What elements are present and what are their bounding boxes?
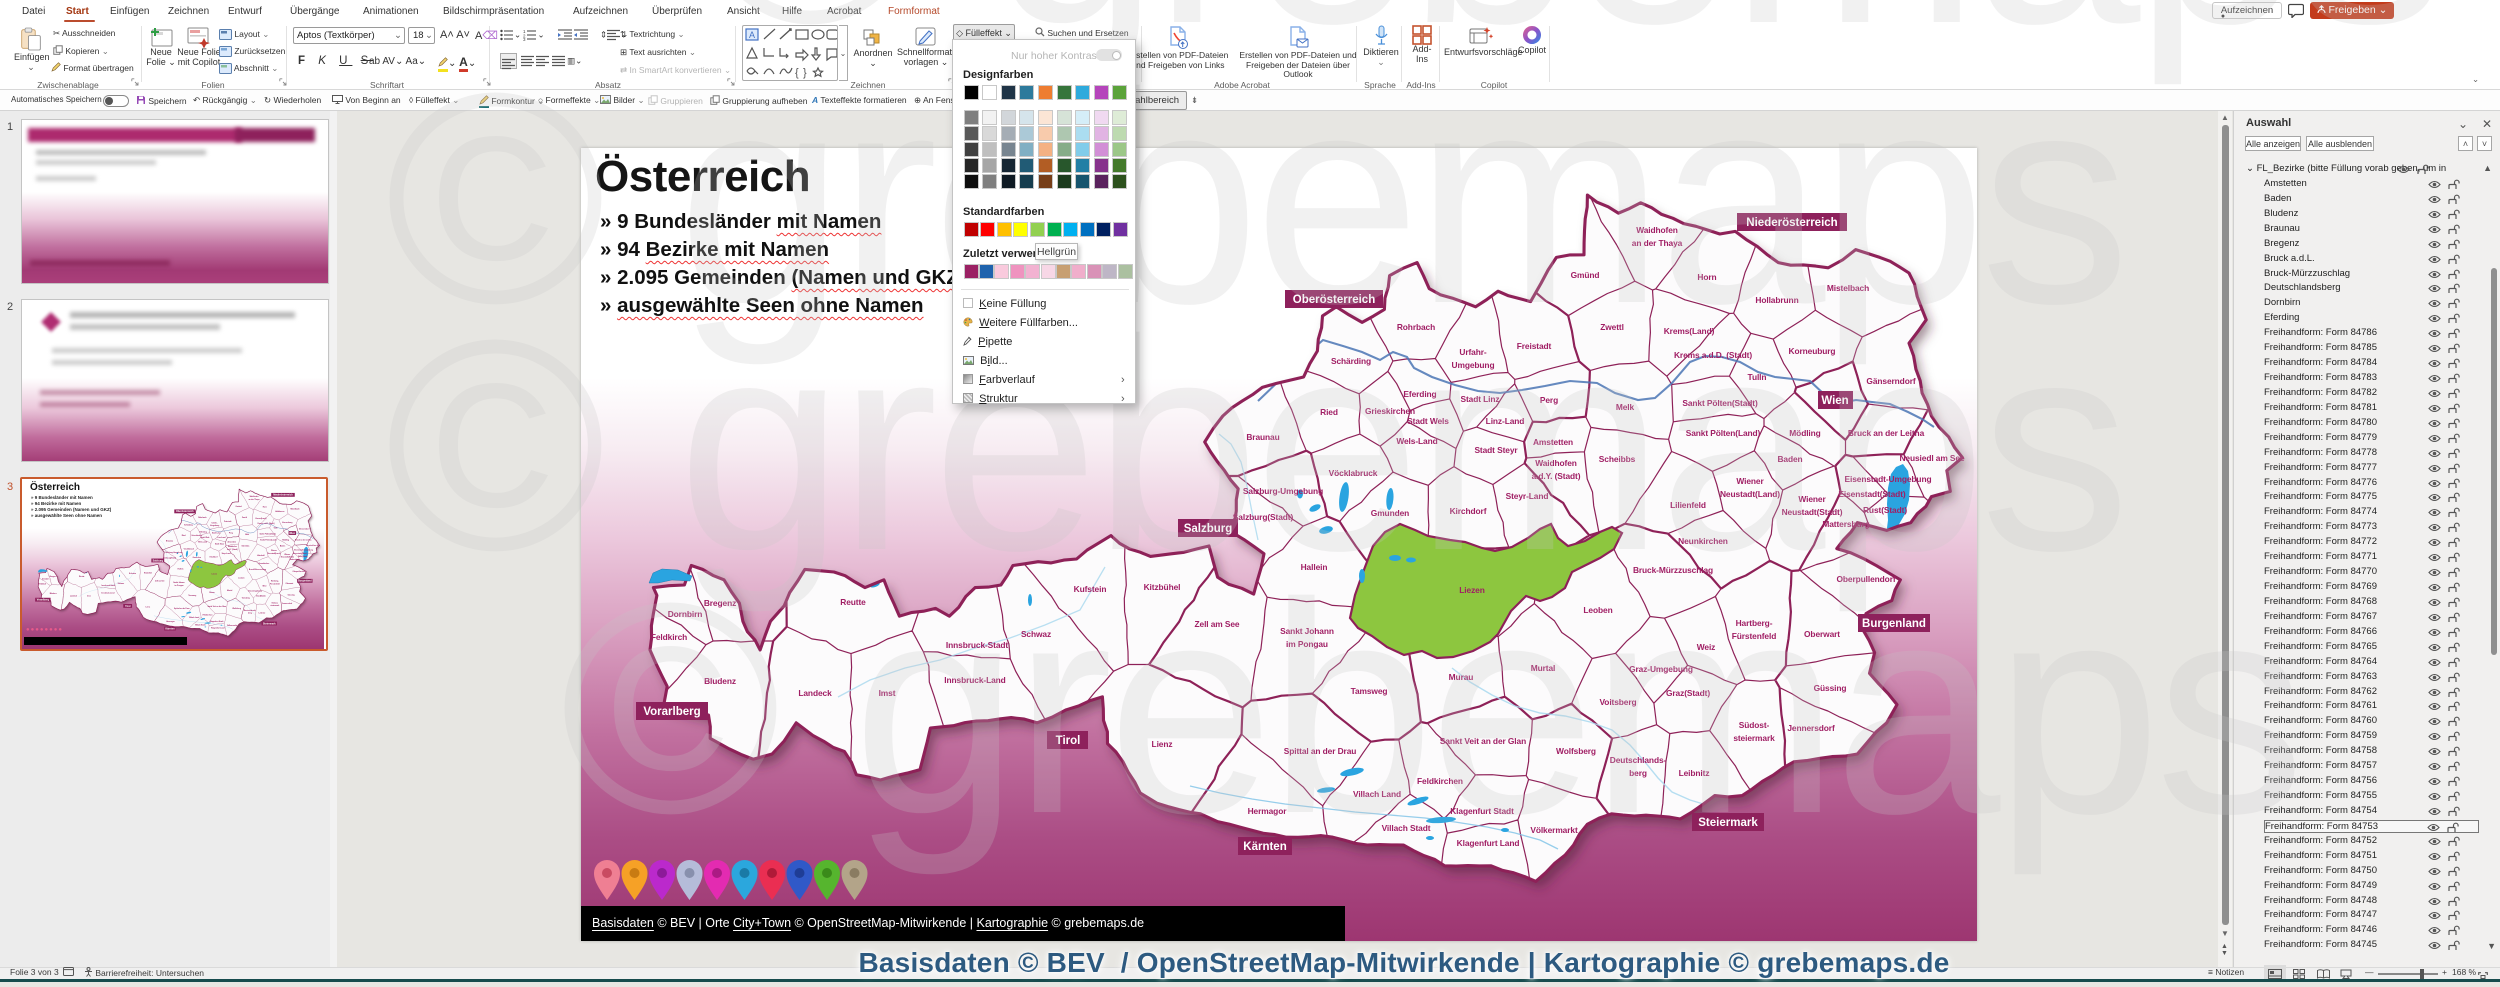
svg-text:3: 3 — [523, 37, 526, 41]
svg-text:A: A — [749, 30, 755, 40]
svg-text:{: { — [795, 67, 799, 79]
svg-text:}: } — [803, 67, 807, 79]
